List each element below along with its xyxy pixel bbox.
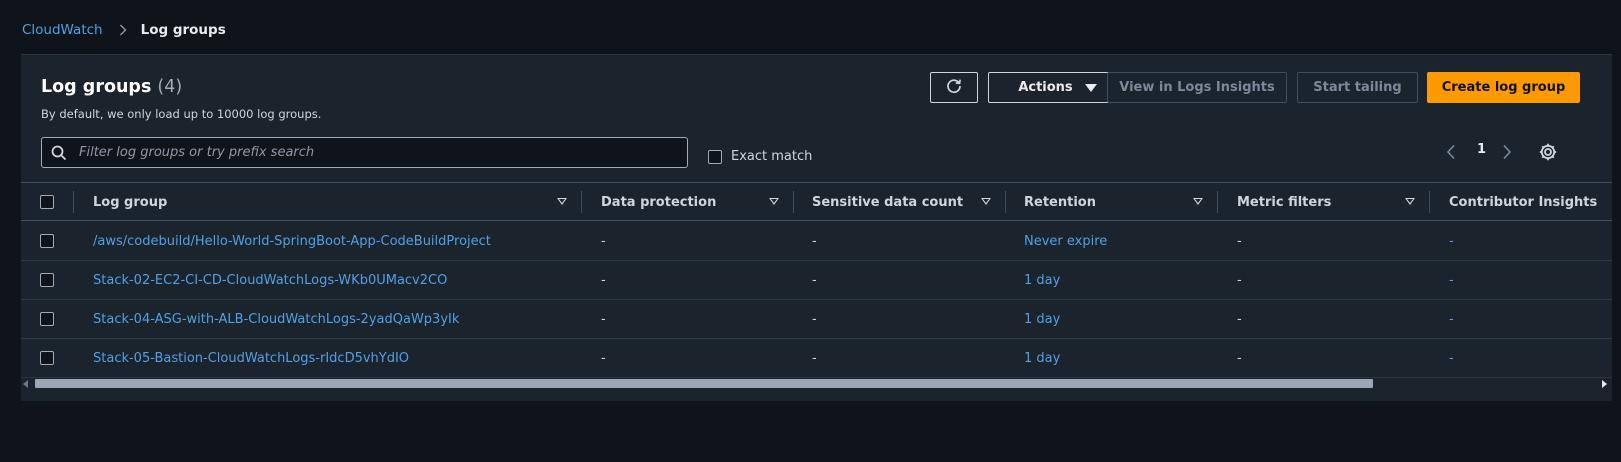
- scrollbar-thumb[interactable]: [35, 379, 1373, 388]
- sort-icon[interactable]: [769, 198, 779, 205]
- column-header-retention[interactable]: Retention: [1024, 183, 1096, 221]
- sensitive-count-cell: -: [812, 350, 817, 366]
- sort-icon[interactable]: [1193, 198, 1203, 205]
- breadcrumb-current: Log groups: [140, 22, 226, 38]
- log-group-link[interactable]: Stack-05-Bastion-CloudWatchLogs-rIdcD5vh…: [93, 339, 409, 377]
- contributor-insights-link[interactable]: -: [1449, 261, 1454, 299]
- log-group-link[interactable]: /aws/codebuild/Hello-World-SpringBoot-Ap…: [93, 222, 491, 260]
- row-checkbox[interactable]: [40, 273, 54, 287]
- column-header-metric-filters[interactable]: Metric filters: [1237, 183, 1331, 221]
- sort-icon[interactable]: [1405, 198, 1415, 205]
- exact-match-toggle[interactable]: Exact match: [708, 149, 812, 164]
- table-row[interactable]: /aws/codebuild/Hello-World-SpringBoot-Ap…: [21, 222, 1612, 261]
- log-group-link[interactable]: Stack-04-ASG-with-ALB-CloudWatchLogs-2ya…: [93, 300, 459, 338]
- column-header-contributor-insights[interactable]: Contributor Insights: [1449, 183, 1597, 221]
- column-divider[interactable]: [1429, 191, 1430, 213]
- data-protection-cell: -: [601, 350, 606, 366]
- create-log-group-button[interactable]: Create log group: [1427, 72, 1580, 103]
- page-title: Log groups: [41, 77, 152, 97]
- retention-link[interactable]: 1 day: [1024, 261, 1060, 299]
- table-row[interactable]: Stack-05-Bastion-CloudWatchLogs-rIdcD5vh…: [21, 339, 1612, 378]
- refresh-button[interactable]: [930, 72, 978, 103]
- exact-match-label: Exact match: [731, 149, 813, 164]
- current-page-number[interactable]: 1: [1477, 142, 1486, 157]
- horizontal-scrollbar[interactable]: [21, 377, 1612, 389]
- gear-icon[interactable]: [1538, 142, 1558, 162]
- sensitive-count-cell: -: [812, 272, 817, 288]
- table-header: Log group Data protection Sensitive data…: [21, 183, 1612, 221]
- data-protection-cell: -: [601, 233, 606, 249]
- retention-link[interactable]: 1 day: [1024, 300, 1060, 338]
- scroll-left-arrow-icon[interactable]: [23, 380, 28, 388]
- metric-filters-cell: -: [1237, 233, 1242, 249]
- chevron-right-icon: [117, 24, 129, 36]
- row-checkbox[interactable]: [40, 351, 54, 365]
- metric-filters-cell: -: [1237, 311, 1242, 327]
- select-all-checkbox[interactable]: [40, 195, 54, 209]
- next-page-icon[interactable]: [1501, 144, 1513, 164]
- data-protection-cell: -: [601, 272, 606, 288]
- sensitive-count-cell: -: [812, 233, 817, 249]
- column-divider: [73, 191, 74, 213]
- column-divider[interactable]: [1217, 191, 1218, 213]
- metric-filters-cell: -: [1237, 272, 1242, 288]
- contributor-insights-link[interactable]: -: [1449, 222, 1454, 260]
- column-divider[interactable]: [1005, 191, 1006, 213]
- previous-page-icon[interactable]: [1445, 144, 1457, 164]
- scroll-right-arrow-icon[interactable]: [1602, 380, 1607, 388]
- metric-filters-cell: -: [1237, 350, 1242, 366]
- column-header-log-group[interactable]: Log group: [93, 183, 167, 221]
- search-input[interactable]: [69, 138, 687, 167]
- data-protection-cell: -: [601, 311, 606, 327]
- panel-description: By default, we only load up to 10000 log…: [41, 107, 322, 121]
- start-tailing-button[interactable]: Start tailing: [1297, 72, 1418, 103]
- log-group-link[interactable]: Stack-02-EC2-CI-CD-CloudWatchLogs-WKb0UM…: [93, 261, 447, 299]
- retention-link[interactable]: Never expire: [1024, 222, 1107, 260]
- column-divider[interactable]: [581, 191, 582, 213]
- log-groups-table: Log group Data protection Sensitive data…: [21, 182, 1612, 388]
- exact-match-checkbox[interactable]: [708, 149, 722, 164]
- column-header-sensitive-data-count[interactable]: Sensitive data count: [812, 183, 963, 221]
- log-group-count: (4): [157, 77, 183, 97]
- refresh-icon: [945, 77, 963, 99]
- table-row[interactable]: Stack-04-ASG-with-ALB-CloudWatchLogs-2ya…: [21, 300, 1612, 339]
- search-field: [41, 137, 688, 168]
- sort-icon[interactable]: [981, 198, 991, 205]
- contributor-insights-link[interactable]: -: [1449, 300, 1454, 338]
- contributor-insights-link[interactable]: -: [1449, 339, 1454, 377]
- row-checkbox[interactable]: [40, 234, 54, 248]
- column-header-data-protection[interactable]: Data protection: [601, 183, 716, 221]
- sensitive-count-cell: -: [812, 311, 817, 327]
- caret-down-icon: [1084, 83, 1097, 92]
- sort-icon[interactable]: [557, 198, 567, 205]
- retention-link[interactable]: 1 day: [1024, 339, 1060, 377]
- panel-header: Log groups (4): [41, 77, 182, 97]
- breadcrumb: CloudWatch Log groups: [22, 20, 226, 40]
- column-divider[interactable]: [793, 191, 794, 213]
- log-groups-panel: Log groups (4) By default, we only load …: [21, 54, 1612, 401]
- search-icon: [51, 144, 69, 162]
- table-row[interactable]: Stack-02-EC2-CI-CD-CloudWatchLogs-WKb0UM…: [21, 261, 1612, 300]
- breadcrumb-cloudwatch-link[interactable]: CloudWatch: [22, 22, 103, 38]
- row-checkbox[interactable]: [40, 312, 54, 326]
- actions-label: Actions: [1018, 80, 1073, 95]
- view-in-logs-insights-button[interactable]: View in Logs Insights: [1107, 72, 1287, 103]
